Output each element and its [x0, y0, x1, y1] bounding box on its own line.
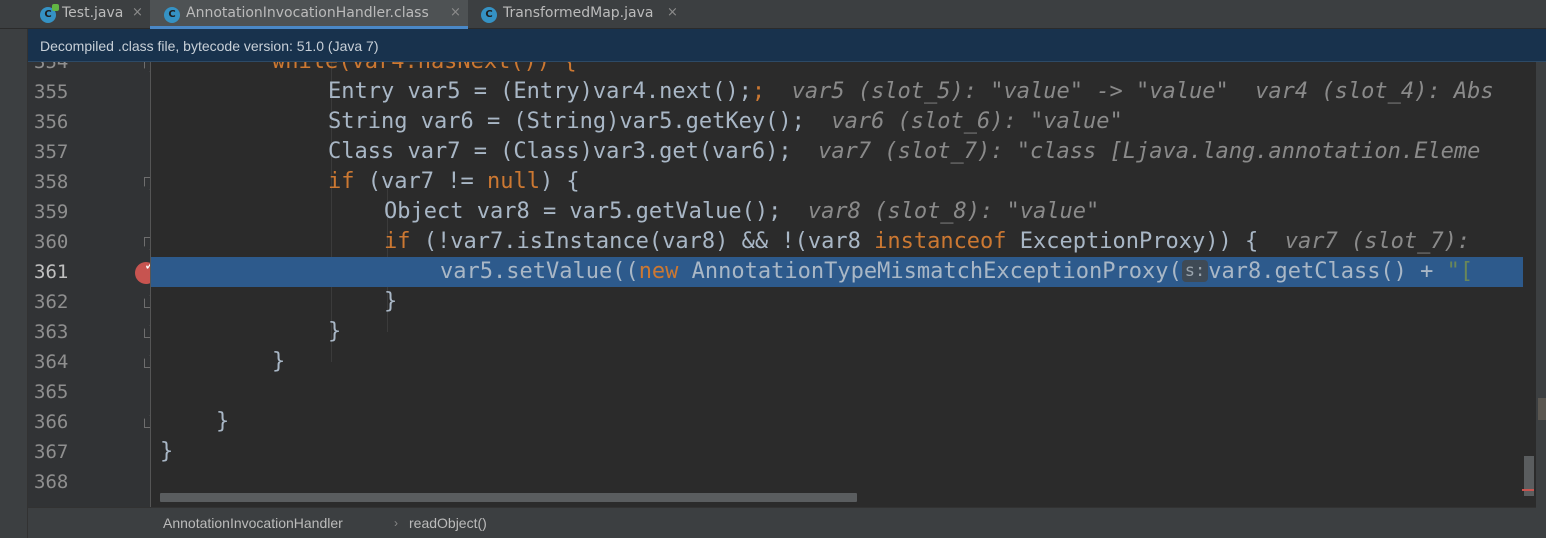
tab-label: TransformedMap.java — [503, 5, 654, 21]
error-stripe-marker[interactable] — [1522, 489, 1534, 491]
code-line-364: } — [272, 349, 286, 374]
line-number: 368 — [34, 471, 69, 493]
breadcrumb-separator: › — [394, 516, 398, 530]
parameter-hint: s: — [1181, 260, 1209, 282]
class-icon: C — [164, 7, 180, 23]
debug-inline-value: var7 (slot_7): "class [Ljava.lang.annota… — [818, 139, 1481, 164]
tab-label: AnnotationInvocationHandler.class — [186, 5, 429, 21]
java-class-icon: C — [40, 4, 59, 23]
debug-inline-value: var5 (slot_5): "value" -> "value" var4 (… — [791, 79, 1494, 104]
line-number: 355 — [34, 81, 69, 103]
left-tool-strip — [0, 29, 28, 538]
line-number: 363 — [34, 321, 69, 343]
tab-annotation-invocation-handler[interactable]: C AnnotationInvocationHandler.class × — [150, 0, 468, 29]
line-number: 365 — [34, 381, 69, 403]
class-icon: C — [481, 7, 497, 23]
line-number: 366 — [34, 411, 69, 433]
code-line-367: } — [160, 439, 174, 464]
code-line-355: Entry var5 = (Entry)var4.next();; var5 (… — [328, 79, 1494, 104]
code-line-358: if (var7 != null) { — [328, 169, 580, 194]
code-line-356: String var6 = (String)var5.getKey(); var… — [328, 109, 1123, 134]
tab-label: Test.java — [62, 5, 124, 21]
debug-inline-value: var6 (slot_6): "value" — [831, 109, 1123, 134]
debug-inline-value: var8 (slot_8): "value" — [807, 199, 1100, 224]
close-icon[interactable]: × — [667, 5, 678, 20]
code-line-362: } — [384, 289, 398, 314]
tab-transformed-map[interactable]: C TransformedMap.java × — [469, 0, 689, 29]
line-number: 357 — [34, 141, 69, 163]
code-line-361-execution-point: var5.setValue((new AnnotationTypeMismatc… — [151, 257, 1523, 287]
line-number: 364 — [34, 351, 69, 373]
scroll-stripe-marker — [1538, 398, 1546, 420]
code-line-363: } — [328, 319, 342, 344]
code-line-359: Object var8 = var5.getValue(); var8 (slo… — [384, 199, 1100, 224]
line-number-current: 361 — [34, 261, 69, 283]
close-icon[interactable]: × — [450, 5, 461, 20]
code-line-366: } — [216, 409, 230, 434]
breadcrumb-method[interactable]: readObject() — [409, 515, 487, 531]
line-number: 354 — [34, 62, 69, 73]
line-number: 360 — [34, 231, 69, 253]
decompiled-notice-banner: Decompiled .class file, bytecode version… — [28, 29, 1546, 62]
code-editor[interactable]: while(var4.hasNext()) { Entry var5 = (En… — [151, 62, 1523, 507]
editor-tab-bar: C Test.java × C AnnotationInvocationHand… — [0, 0, 1546, 29]
banner-text: Decompiled .class file, bytecode version… — [40, 38, 379, 54]
code-line-357: Class var7 = (Class)var3.get(var6); var7… — [328, 139, 1481, 164]
code-line-354: while(var4.hasNext()) { — [272, 62, 577, 77]
line-number: 358 — [34, 171, 69, 193]
debug-inline-value: var7 (slot_7): — [1284, 229, 1484, 254]
breakpoint-icon[interactable]: ✓ — [135, 258, 150, 284]
line-number: 359 — [34, 201, 69, 223]
tab-test-java[interactable]: C Test.java × — [0, 0, 149, 29]
breadcrumb-class[interactable]: AnnotationInvocationHandler — [163, 515, 343, 531]
horizontal-scrollbar[interactable] — [160, 493, 857, 502]
close-icon[interactable]: × — [132, 5, 143, 20]
line-number: 367 — [34, 441, 69, 463]
line-number: 356 — [34, 111, 69, 133]
line-number: 362 — [34, 291, 69, 313]
breadcrumb: AnnotationInvocationHandler › readObject… — [28, 507, 1536, 538]
editor-gutter[interactable]: 354 355 356 357 358 359 360 361 362 363 … — [28, 62, 150, 507]
right-tool-strip — [1536, 29, 1546, 538]
code-line-360: if (!var7.isInstance(var8) && !(var8 ins… — [384, 229, 1484, 254]
